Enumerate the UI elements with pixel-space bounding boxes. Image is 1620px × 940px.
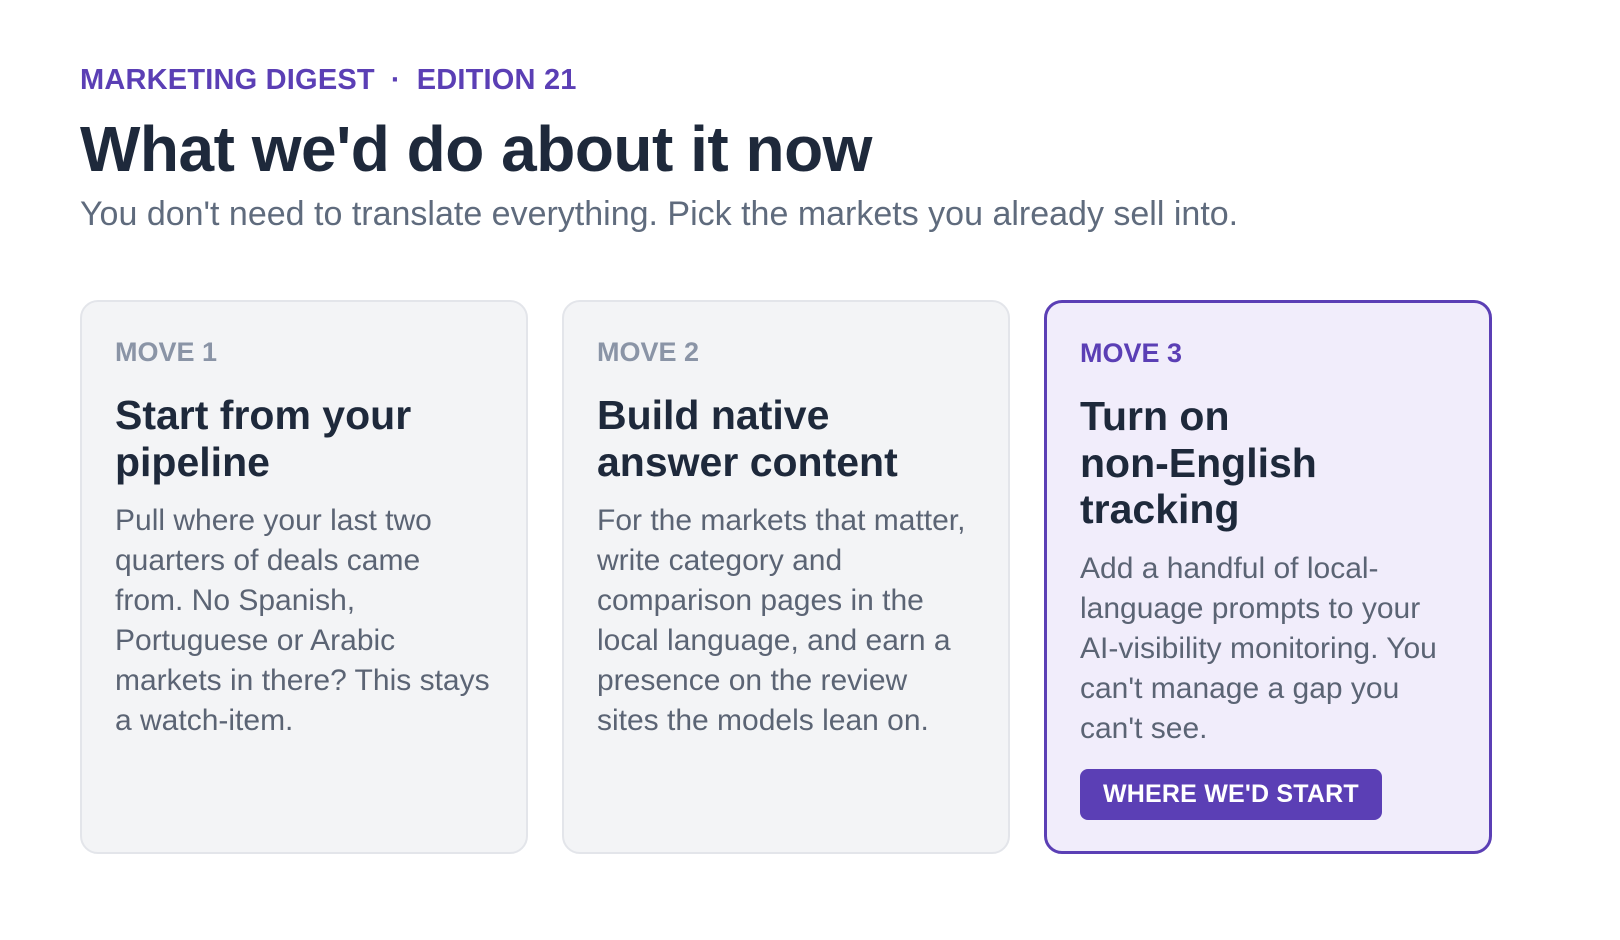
move-description: For the markets that matter, write categ…: [597, 504, 966, 737]
move-title: Turn on non-English tracking: [1080, 393, 1457, 533]
move-title-line: Turn on: [1080, 393, 1230, 439]
move-card-1: MOVE 1 Start from your pipeline Pull whe…: [80, 300, 528, 854]
move-title-line: Start from your: [115, 392, 412, 438]
move-card-3: MOVE 3 Turn on non-English tracking Add …: [1044, 300, 1492, 854]
edition-label: EDITION 21: [416, 63, 577, 96]
move-label: MOVE 2: [597, 337, 700, 367]
kicker: MARKETING DIGEST · EDITION 21: [80, 60, 1550, 100]
move-title-line: pipeline: [115, 438, 270, 485]
page-subtitle: You don't need to translate everything. …: [80, 195, 1239, 234]
move-title: Build native answer content: [597, 392, 976, 485]
moves-card-row: MOVE 1 Start from your pipeline Pull whe…: [80, 300, 1492, 854]
move-title-line: answer content: [597, 438, 898, 485]
move-title-line: Build native: [597, 392, 830, 438]
move-label: MOVE 3: [1080, 338, 1183, 368]
move-title-line: tracking: [1080, 486, 1240, 533]
page-title: What we'd do about it now: [80, 113, 872, 185]
kicker-separator: ·: [390, 63, 401, 96]
move-description: Pull where your last two quarters of dea…: [115, 504, 490, 737]
move-title-line: non-English: [1080, 439, 1317, 486]
digest-section: MARKETING DIGEST · EDITION 21 What we'd …: [80, 60, 1550, 854]
where-wed-start-button[interactable]: WHERE WE'D START: [1080, 768, 1382, 820]
move-description: Add a handful of local-language prompts …: [1080, 552, 1437, 745]
move-label: MOVE 1: [115, 337, 218, 367]
publication-name: MARKETING DIGEST: [80, 63, 375, 96]
move-title: Start from your pipeline: [115, 392, 494, 485]
move-card-2: MOVE 2 Build native answer content For t…: [562, 300, 1010, 854]
